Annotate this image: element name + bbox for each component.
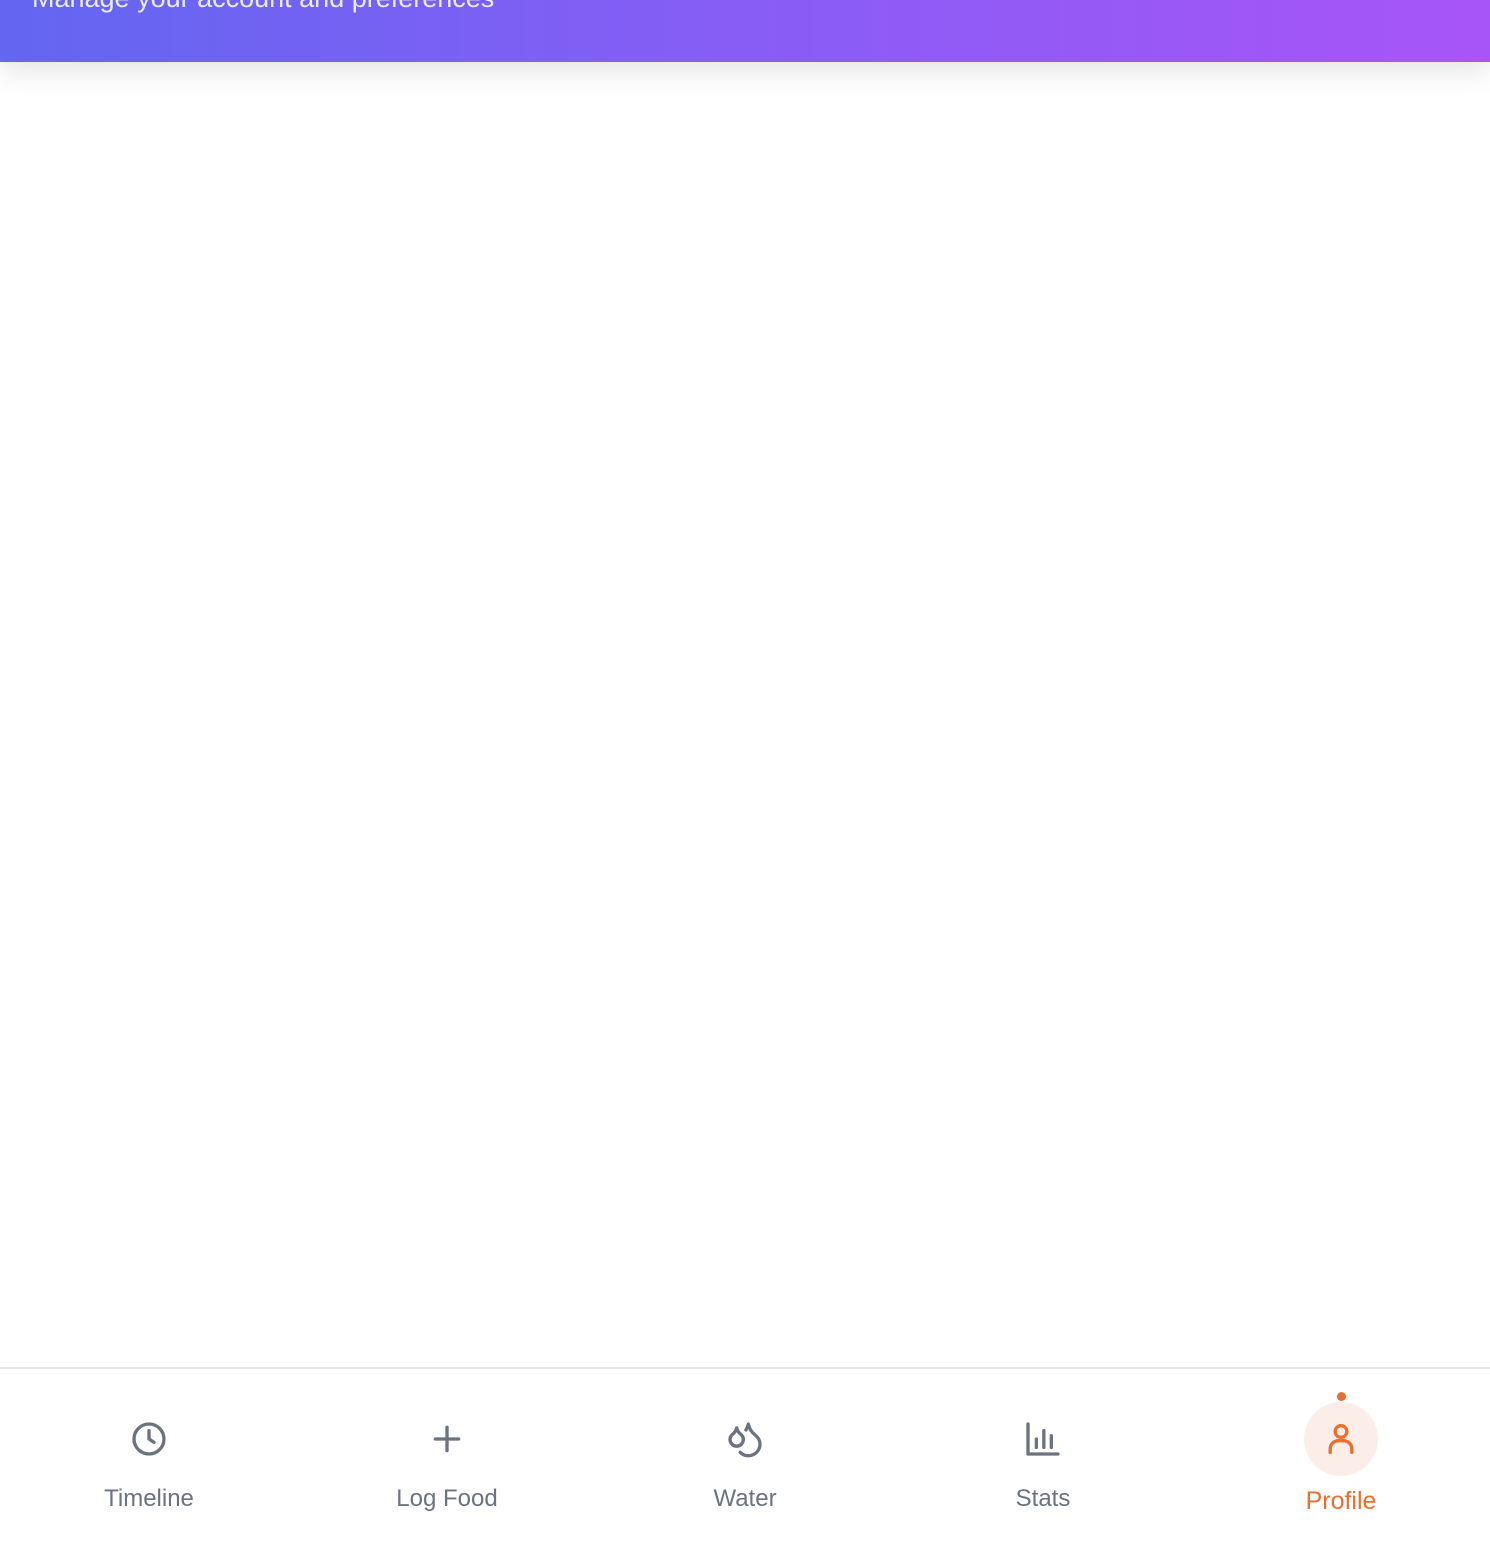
- nav-label-timeline: Timeline: [104, 1485, 194, 1512]
- nav-item-stats[interactable]: Stats: [894, 1369, 1192, 1546]
- page-subtitle: Manage your account and preferences: [32, 0, 494, 14]
- nav-item-log-food[interactable]: Log Food: [298, 1369, 596, 1546]
- droplets-icon: [708, 1402, 782, 1476]
- nav-label-stats: Stats: [1015, 1485, 1071, 1512]
- nav-label-profile: Profile: [1305, 1487, 1377, 1515]
- nav-label-water: Water: [713, 1485, 777, 1512]
- clock-icon: [112, 1402, 186, 1476]
- bar-chart-icon: [1006, 1402, 1080, 1476]
- main-content: [0, 62, 1490, 1367]
- bottom-navigation: Timeline Log Food Water Stats Profile: [0, 1367, 1490, 1546]
- plus-icon: [410, 1402, 484, 1476]
- nav-label-log-food: Log Food: [396, 1485, 498, 1512]
- app-screen: Manage your account and preferences Time…: [0, 0, 1490, 1546]
- nav-item-water[interactable]: Water: [596, 1369, 894, 1546]
- user-icon: [1304, 1402, 1378, 1476]
- nav-item-timeline[interactable]: Timeline: [0, 1369, 298, 1546]
- nav-item-profile[interactable]: Profile: [1192, 1369, 1490, 1546]
- page-header: Manage your account and preferences: [0, 0, 1490, 62]
- active-indicator-dot: [1336, 1392, 1346, 1401]
